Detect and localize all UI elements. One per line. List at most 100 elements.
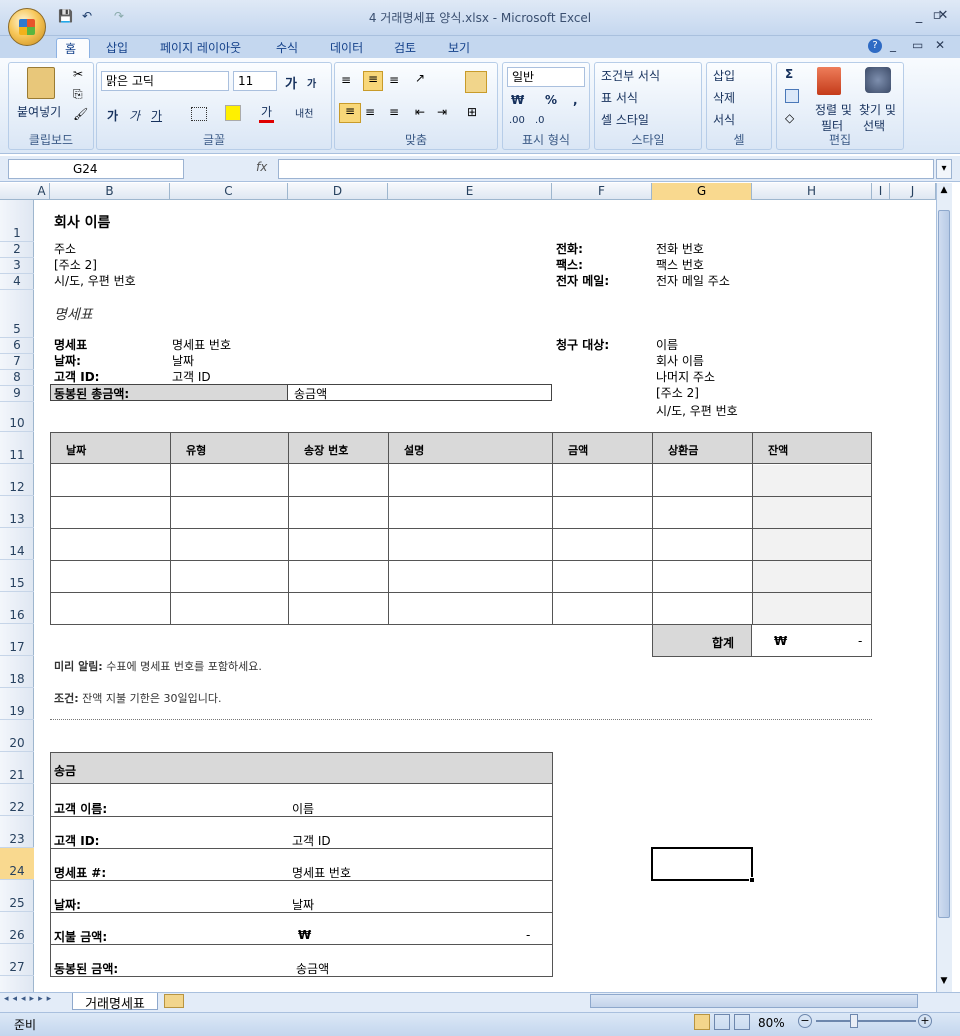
terms-note[interactable]: 조건: 잔액 지불 기한은 30일입니다. — [54, 690, 221, 706]
enclosed-total-value[interactable]: 송금액 — [294, 385, 327, 402]
row-header-3[interactable]: 3 — [0, 258, 34, 274]
remit-amount-value[interactable]: - — [526, 928, 530, 942]
column-header-i[interactable]: I — [872, 183, 890, 200]
column-header-g[interactable]: G — [652, 183, 752, 200]
row-header-18[interactable]: 18 — [0, 656, 34, 688]
format-as-table-button[interactable]: 표 서식 — [601, 89, 638, 106]
cell-styles-button[interactable]: 셀 스타일 — [601, 111, 649, 128]
zoom-slider-thumb[interactable] — [850, 1014, 858, 1028]
clear-icon[interactable]: ◇ — [785, 111, 794, 125]
row-header-25[interactable]: 25 — [0, 880, 34, 912]
sheet-tab-active[interactable]: 거래명세표 — [72, 993, 158, 1012]
horizontal-scroll-thumb[interactable] — [590, 994, 918, 1008]
align-bottom-icon[interactable]: ≡ — [389, 73, 399, 87]
city-zip[interactable]: 시/도, 우편 번호 — [54, 272, 136, 289]
column-header-h[interactable]: H — [752, 183, 872, 200]
reminder-note[interactable]: 미리 알림: 수표에 명세표 번호를 포함하세요. — [54, 658, 262, 674]
autosum-button[interactable]: Σ — [785, 67, 793, 81]
tab-page-layout[interactable]: 페이지 레이아웃 — [152, 38, 249, 58]
row-header-11[interactable]: 11 — [0, 432, 34, 464]
column-header-f[interactable]: F — [552, 183, 652, 200]
expand-formula-bar-icon[interactable]: ▾ — [936, 159, 952, 179]
row-header-10[interactable]: 10 — [0, 402, 34, 432]
row-header-12[interactable]: 12 — [0, 464, 34, 496]
remit-customer-id-value[interactable]: 고객 ID — [292, 832, 331, 849]
row-header-20[interactable]: 20 — [0, 720, 34, 752]
fill-handle[interactable] — [749, 877, 755, 883]
active-cell[interactable] — [651, 847, 753, 881]
insert-sheet-icon[interactable] — [164, 994, 184, 1008]
insert-function-icon[interactable]: fx — [256, 160, 267, 174]
align-right-icon[interactable]: ≡ — [389, 105, 399, 119]
tab-data[interactable]: 데이터 — [322, 38, 371, 58]
remit-date-value[interactable]: 날짜 — [292, 896, 314, 913]
row-header-26[interactable]: 26 — [0, 912, 34, 944]
customer-id-value[interactable]: 고객 ID — [172, 368, 211, 385]
align-top-icon[interactable]: ≡ — [341, 73, 351, 87]
row-header-22[interactable]: 22 — [0, 784, 34, 816]
minimize-button[interactable]: _ — [910, 9, 928, 25]
percent-button[interactable]: % — [545, 93, 557, 107]
row-header-27[interactable]: 27 — [0, 944, 34, 976]
row-header-7[interactable]: 7 — [0, 354, 34, 370]
grow-font-button[interactable]: 가 — [285, 73, 297, 92]
bill-to-company[interactable]: 회사 이름 — [656, 352, 704, 369]
tab-home[interactable]: 홈 — [56, 38, 90, 58]
fill-icon[interactable] — [785, 89, 799, 103]
bill-to-address-2[interactable]: [주소 2] — [656, 384, 699, 401]
page-layout-view-icon[interactable] — [714, 1014, 730, 1030]
row-header-1[interactable]: 1 — [0, 200, 34, 242]
wrap-text-icon[interactable] — [465, 71, 487, 93]
company-name[interactable]: 회사 이름 — [54, 212, 110, 232]
row-header-8[interactable]: 8 — [0, 370, 34, 386]
row-header-15[interactable]: 15 — [0, 560, 34, 592]
scroll-down-icon[interactable]: ▼ — [938, 976, 950, 988]
find-select-label[interactable]: 찾기 및 — [859, 101, 896, 118]
format-painter-icon[interactable]: 🖌 — [73, 107, 88, 121]
fax-value[interactable]: 팩스 번호 — [656, 256, 704, 273]
row-header-17[interactable]: 17 — [0, 624, 34, 656]
currency-button[interactable]: ₩ — [511, 93, 524, 107]
row-header-24[interactable]: 24 — [0, 848, 34, 880]
enclosed-total-label-cell[interactable]: 동봉된 총금액: — [51, 385, 288, 401]
font-color-button[interactable]: 가 — [259, 103, 275, 123]
statement-heading[interactable]: 명세표 — [54, 304, 93, 324]
tab-formulas[interactable]: 수식 — [268, 38, 306, 58]
email-value[interactable]: 전자 메일 주소 — [656, 272, 730, 289]
tab-review[interactable]: 검토 — [386, 38, 424, 58]
row-header-5[interactable]: 5 — [0, 290, 34, 338]
page-break-view-icon[interactable] — [734, 1014, 750, 1030]
workbook-close-button[interactable]: ✕ — [935, 38, 945, 52]
row-header-21[interactable]: 21 — [0, 752, 34, 784]
bill-to-name[interactable]: 이름 — [656, 336, 678, 353]
column-header-d[interactable]: D — [288, 183, 388, 200]
workbook-restore-button[interactable]: ▭ — [912, 38, 923, 52]
increase-indent-icon[interactable]: ⇥ — [437, 105, 447, 119]
phone-value[interactable]: 전화 번호 — [656, 240, 704, 257]
font-size-select[interactable]: 11 — [233, 71, 277, 91]
zoom-in-icon[interactable]: + — [918, 1014, 932, 1028]
number-format-select[interactable]: 일반 — [507, 67, 585, 87]
normal-view-icon[interactable] — [694, 1014, 710, 1030]
sheet-nav-icons[interactable]: ◂◂◂▸▸▸ — [4, 994, 55, 1004]
decrease-decimal-button[interactable]: .0 — [535, 115, 545, 126]
copy-icon[interactable]: ⎘ — [73, 87, 83, 102]
row-header-2[interactable]: 2 — [0, 242, 34, 258]
workbook-minimize-button[interactable]: _ — [890, 38, 896, 52]
shrink-font-button[interactable]: 가 — [307, 75, 316, 90]
scroll-up-icon[interactable]: ▲ — [938, 185, 950, 197]
scroll-thumb[interactable] — [938, 210, 950, 918]
column-header-e[interactable]: E — [388, 183, 552, 200]
align-center-icon[interactable]: ≡ — [365, 105, 375, 119]
column-header-b[interactable]: B — [50, 183, 170, 200]
row-header-9[interactable]: 9 — [0, 386, 34, 402]
find-select-icon[interactable] — [865, 67, 891, 93]
remit-statement-value[interactable]: 명세표 번호 — [292, 864, 351, 881]
remit-customer-name-value[interactable]: 이름 — [292, 800, 314, 817]
merge-center-icon[interactable]: ⊞ — [467, 105, 477, 119]
align-middle-icon[interactable]: ≡ — [363, 71, 383, 91]
close-button[interactable]: ✕ — [934, 8, 952, 24]
tab-view[interactable]: 보기 — [440, 38, 478, 58]
formula-input[interactable] — [278, 159, 934, 179]
insert-cells-button[interactable]: 삽입 — [713, 67, 735, 84]
